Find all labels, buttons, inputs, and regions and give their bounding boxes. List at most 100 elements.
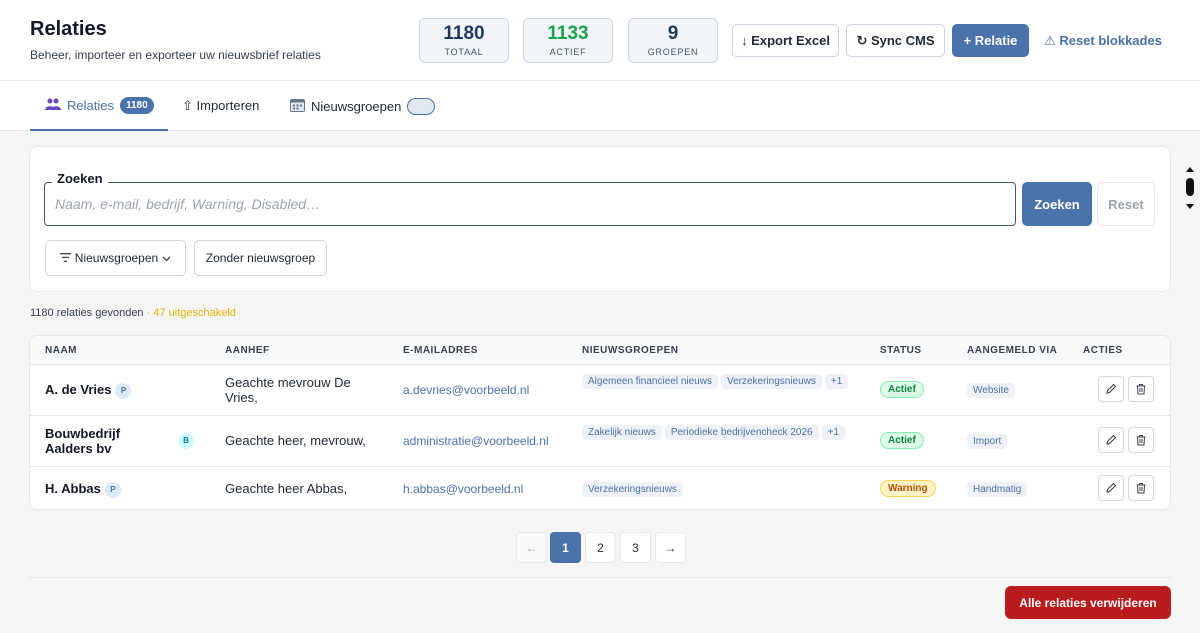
results-summary: 1180 relaties gevonden · 47 uitgeschakel… (30, 307, 236, 319)
tab-bar: Relaties 1180 ⇧ Importeren Nieuwsgroepen (0, 81, 1200, 209)
trash-icon (1136, 435, 1146, 446)
page-header: Relaties Beheer, importeer en exporteer … (0, 0, 1200, 81)
stat-active-value: 1133 (547, 23, 589, 44)
status-badge: Actief (880, 381, 924, 398)
search-input[interactable] (44, 182, 1016, 226)
more-groups-chip: +1 (824, 374, 849, 389)
pencil-icon (1106, 434, 1117, 445)
stat-total: 1180 TOTAAL (419, 18, 509, 63)
status-cell: Actief (880, 381, 924, 398)
via-cell: Import (967, 433, 1008, 449)
salutation-cell: Geachte heer, mevrouw, (225, 433, 366, 448)
relation-name: H. Abbas (45, 481, 101, 496)
page-title: Relaties (30, 18, 107, 40)
header-naam[interactable]: NAAM (45, 345, 77, 356)
type-badge: B (178, 433, 194, 449)
relation-name: Bouwbedrijf Aalders bv (45, 426, 121, 456)
pagination-next-button[interactable]: → (655, 532, 686, 563)
table-row[interactable]: H. Abbas P Geachte heer Abbas, h.abbas@vo… (30, 467, 1170, 509)
stat-active: 1133 ACTIEF (523, 18, 613, 63)
header-aangemeld-via[interactable]: AANGEMELD VIA (967, 345, 1057, 356)
pagination-page-2[interactable]: 2 (585, 532, 616, 563)
tabs-scroll-control[interactable] (1184, 167, 1196, 209)
search-button[interactable]: Zoeken (1022, 182, 1092, 226)
header-emailadres[interactable]: E-MAILADRES (403, 345, 478, 356)
header-status[interactable]: STATUS (880, 345, 922, 356)
newsgroup-filter-label: Nieuwsgroepen (74, 251, 159, 265)
stat-groups-label: GROEPEN (647, 47, 699, 57)
newsgroup-chip: Zakelijk nieuws (582, 425, 662, 440)
name-cell: A. de Vries P (45, 382, 132, 399)
pagination-prev-button[interactable]: ← (516, 532, 547, 563)
stat-total-value: 1180 (443, 23, 485, 44)
status-cell: Warning (880, 480, 936, 497)
footer-divider (29, 577, 1171, 578)
new-relation-button[interactable]: + Relatie (952, 24, 1029, 57)
tab-importeren-label: ⇧ Importeren (182, 98, 260, 113)
tab-relaties[interactable]: Relaties 1180 (30, 81, 168, 131)
table-row[interactable]: Bouwbedrijf Aalders bv B Geachte heer, me… (30, 416, 1170, 467)
disabled-count: · 47 uitgeschakeld (146, 307, 236, 319)
status-badge: Actief (880, 432, 924, 449)
newsgroup-filter-dropdown[interactable]: Nieuwsgroepen (45, 240, 186, 276)
header-nieuwsgroepen[interactable]: NIEUWSGROEPEN (582, 345, 679, 356)
trash-icon (1136, 483, 1146, 494)
newsgroup-chip: Periodieke bedrijvencheck 2026 (664, 425, 819, 440)
via-cell: Website (967, 382, 1015, 398)
via-cell: Handmatig (967, 481, 1028, 497)
newsgroups-cell: Zakelijk nieuws Periodieke bedrijvencheck… (582, 424, 852, 443)
email-link[interactable]: a.devries@voorbeeld.nl (403, 383, 529, 397)
page-subtitle: Beheer, importeer en exporteer uw nieuws… (30, 48, 321, 62)
stat-active-label: ACTIEF (549, 47, 587, 57)
table-header: NAAM AANHEF E-MAILADRES NIEUWSGROEPEN ST… (30, 336, 1170, 365)
stat-groups: 9 GROEPEN (628, 18, 718, 63)
reset-blocks-link[interactable]: ⚠ Reset blokkades (1044, 24, 1162, 57)
edit-button[interactable] (1098, 475, 1124, 501)
delete-button[interactable] (1128, 475, 1154, 501)
relaties-count-badge: 1180 (119, 96, 154, 114)
delete-all-relations-button[interactable]: Alle relaties verwijderen (1005, 586, 1171, 619)
header-aanhef[interactable]: AANHEF (225, 345, 270, 356)
pagination-page-1[interactable]: 1 (550, 532, 581, 563)
delete-button[interactable] (1128, 376, 1154, 402)
edit-button[interactable] (1098, 376, 1124, 402)
relations-table: NAAM AANHEF E-MAILADRES NIEUWSGROEPEN ST… (29, 335, 1171, 510)
newsgroup-chip: Verzekeringsnieuws (582, 482, 683, 497)
delete-button[interactable] (1128, 427, 1154, 453)
email-link[interactable]: h.abbas@voorbeeld.nl (403, 482, 523, 496)
stat-total-label: TOTAAL (444, 47, 484, 57)
salutation-cell: Geachte heer Abbas, (225, 481, 348, 496)
name-cell: Bouwbedrijf Aalders bv B (45, 426, 215, 456)
edit-button[interactable] (1098, 427, 1124, 453)
reset-button[interactable]: Reset (1097, 182, 1155, 226)
pagination-page-3[interactable]: 3 (620, 532, 651, 563)
tab-importeren[interactable]: ⇧ Importeren (182, 81, 259, 131)
via-badge: Import (967, 434, 1008, 449)
status-cell: Actief (880, 432, 924, 449)
newsgroup-chip: Algemeen financieel nieuws (582, 374, 718, 389)
sync-cms-button[interactable]: ↻ Sync CMS (846, 24, 945, 57)
chevron-down-icon (162, 251, 171, 265)
newsgroups-cell: Verzekeringsnieuws (582, 481, 852, 500)
table-row[interactable]: A. de Vries P Geachte mevrouw De Vries, a… (30, 365, 1170, 416)
export-excel-button[interactable]: ↓ Export Excel (732, 24, 839, 57)
via-badge: Handmatig (967, 482, 1028, 497)
newsgroups-cell: Algemeen financieel nieuws Verzekeringsni… (582, 373, 852, 392)
filter-icon (59, 251, 71, 265)
email-link[interactable]: administratie@voorbeeld.nl (403, 434, 549, 448)
more-groups-chip: +1 (821, 425, 845, 440)
stat-groups-value: 9 (667, 23, 679, 44)
search-legend: Zoeken (52, 171, 108, 186)
calendar-icon (290, 98, 305, 115)
tab-relaties-label: Relaties (67, 97, 114, 113)
results-count: 1180 relaties gevonden (30, 307, 144, 319)
nieuwsgroepen-toggle[interactable] (407, 97, 436, 115)
name-cell: H. Abbas P (45, 481, 121, 498)
no-newsgroup-filter-button[interactable]: Zonder nieuwsgroep (194, 240, 327, 276)
tab-nieuwsgroepen[interactable]: Nieuwsgroepen (290, 81, 436, 131)
via-badge: Website (967, 383, 1015, 398)
type-badge: P (115, 382, 132, 399)
pencil-icon (1106, 383, 1117, 394)
pencil-icon (1106, 482, 1117, 493)
status-badge: Warning (880, 480, 936, 497)
